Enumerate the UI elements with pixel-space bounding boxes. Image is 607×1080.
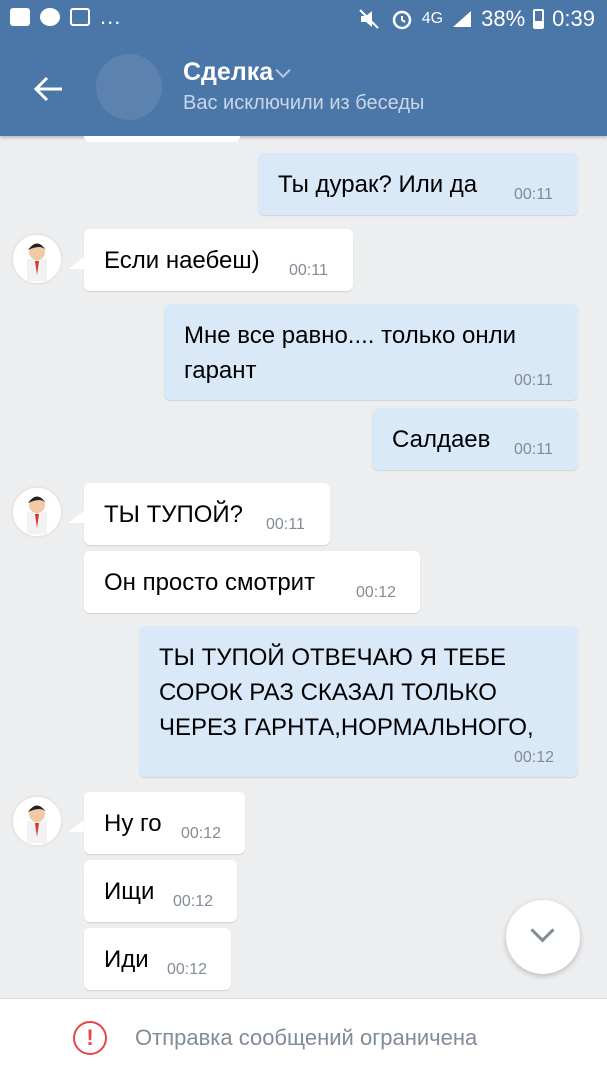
message-time: 00:11 <box>289 262 328 279</box>
message-outgoing[interactable]: Ты дурак? Или да 00:11 <box>258 153 578 215</box>
message-incoming[interactable]: Иди 00:12 <box>84 928 231 990</box>
chat-avatar[interactable] <box>96 54 162 120</box>
avatar[interactable] <box>11 233 63 285</box>
image-notification-icon <box>70 8 90 26</box>
bubble-tail <box>68 257 84 269</box>
restriction-notice: Отправка сообщений ограничена <box>135 1025 478 1050</box>
chat-notification-icon <box>40 8 60 26</box>
more-notifications-icon: ... <box>100 4 122 29</box>
notification-icons: ... <box>10 4 122 29</box>
message-time: 00:11 <box>514 372 553 389</box>
battery-percent: 38% <box>481 6 526 31</box>
alarm-icon <box>392 10 412 30</box>
message-outgoing[interactable]: Мне все равно.... только онли гарант 00:… <box>164 304 578 400</box>
message-text: Если наебеш) <box>104 247 260 274</box>
message-incoming[interactable]: Ну го 00:12 <box>84 792 245 854</box>
arrow-left-icon[interactable] <box>32 72 66 106</box>
network-type: 4G <box>421 10 444 27</box>
signal-icon <box>453 11 472 27</box>
message-text-line: ТЫ ТУПОЙ ОТВЕЧАЮ Я ТЕБЕ <box>159 644 507 671</box>
battery-icon <box>533 9 545 29</box>
message-text-line: СОРОК РАЗ СКАЗАЛ ТОЛЬКО <box>159 679 497 706</box>
message-text-line: ЧЕРЕЗ ГАРНТА,НОРМАЛЬНОГО, <box>159 714 534 741</box>
message-time: 00:12 <box>173 893 214 910</box>
message-time: 00:12 <box>514 749 555 766</box>
message-outgoing[interactable]: ТЫ ТУПОЙ ОТВЕЧАЮ Я ТЕБЕ СОРОК РАЗ СКАЗАЛ… <box>139 626 578 777</box>
message-text-line: гарант <box>184 357 257 384</box>
mute-icon <box>359 9 379 29</box>
user-avatar-icon <box>27 496 47 534</box>
chevron-down-icon <box>530 918 555 943</box>
message-time: 00:12 <box>356 584 397 601</box>
message-text: Ну го <box>104 810 162 837</box>
user-avatar-icon <box>27 805 47 843</box>
message-notification-icon <box>10 8 30 26</box>
message-incoming[interactable]: Он просто смотрит 00:12 <box>84 551 420 613</box>
message-incoming[interactable]: Если наебеш) 00:11 <box>84 229 353 291</box>
message-text: ТЫ ТУПОЙ? <box>104 501 243 528</box>
chat-header: Сделка Вас исключили из беседы <box>0 40 607 136</box>
partial-message <box>84 136 240 142</box>
message-text: Салдаев <box>392 426 491 453</box>
message-incoming[interactable]: ТЫ ТУПОЙ? 00:11 <box>84 483 330 545</box>
avatar[interactable] <box>11 486 63 538</box>
message-time: 00:11 <box>266 516 305 533</box>
message-text-line: Мне все равно.... только онли <box>184 322 516 349</box>
chevron-down-icon <box>275 62 291 79</box>
bubble-tail <box>68 820 84 832</box>
message-time: 00:12 <box>181 825 222 842</box>
message-outgoing[interactable]: Салдаев 00:11 <box>372 408 578 470</box>
bubble-tail <box>68 511 84 523</box>
message-text: Ищи <box>104 878 155 905</box>
chat-title[interactable]: Сделка <box>183 58 291 87</box>
scroll-down-button[interactable] <box>506 900 580 974</box>
composer-restricted-bar: ! Отправка сообщений ограничена <box>0 998 607 1080</box>
message-text: Он просто смотрит <box>104 569 316 596</box>
user-avatar-icon <box>27 243 47 281</box>
exclamation-circle-icon: ! <box>73 1021 107 1055</box>
message-incoming[interactable]: Ищи 00:12 <box>84 860 237 922</box>
message-time: 00:11 <box>514 186 553 203</box>
chat-subtitle: Вас исключили из беседы <box>183 92 425 114</box>
clock: 0:39 <box>552 6 595 31</box>
message-text: Иди <box>104 946 149 973</box>
message-time: 00:12 <box>167 961 208 978</box>
avatar[interactable] <box>11 795 63 847</box>
message-text: Ты дурак? Или да <box>278 171 478 198</box>
message-time: 00:11 <box>514 441 553 458</box>
message-list[interactable]: Ты дурак? Или да 00:11 Если наебеш) 00:1… <box>0 136 607 998</box>
chat-title-text: Сделка <box>183 58 274 86</box>
status-bar: ... 4G 38% 0:39 <box>0 0 607 40</box>
system-status: 4G 38% 0:39 <box>358 6 595 32</box>
